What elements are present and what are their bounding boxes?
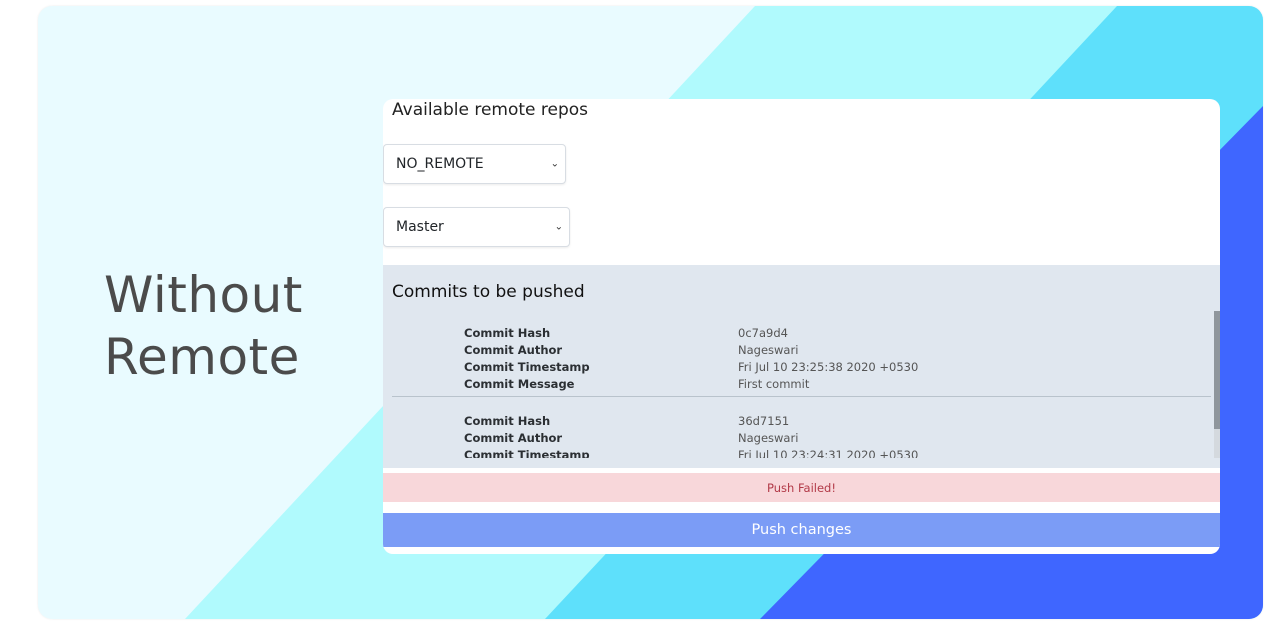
commit-hash-label: Commit Hash [464,414,551,428]
commit-author-label: Commit Author [464,343,563,357]
push-panel: Available remote repos NO_REMOTE ⌄ Maste… [383,99,1220,554]
slide-title-line2: Remote [104,328,300,386]
remote-select[interactable]: NO_REMOTE ⌄ [383,144,566,184]
commit-hash-value: 0c7a9d4 [738,326,788,340]
commit-timestamp-label: Commit Timestamp [464,448,590,458]
commit-timestamp-value: Fri Jul 10 23:25:38 2020 +0530 [738,360,919,374]
commit-message-row: Commit Message First commit [392,376,1211,393]
commit-list-scrollbar[interactable] [1214,311,1220,458]
commit-author-row: Commit Author Nageswari [392,342,1211,359]
commit-author-value: Nageswari [738,431,799,445]
commit-item: Commit Hash 0c7a9d4 Commit Author Nagesw… [392,325,1211,397]
remote-select-value: NO_REMOTE [396,156,484,172]
branch-select-value: Master [396,219,444,235]
commits-section: Commits to be pushed Commit Hash 0c7a9d4… [383,265,1220,468]
chevron-down-icon: ⌄ [550,158,559,170]
commit-author-value: Nageswari [738,343,799,357]
slide-title: Without Remote [104,264,303,388]
commit-message-label: Commit Message [464,377,575,391]
commit-list[interactable]: Commit Hash 0c7a9d4 Commit Author Nagesw… [383,325,1211,458]
commit-hash-value: 36d7151 [738,414,790,428]
commit-timestamp-label: Commit Timestamp [464,360,590,374]
commit-timestamp-value: Fri Jul 10 23:24:31 2020 +0530 [738,448,919,458]
commit-author-label: Commit Author [464,431,563,445]
commit-message-value: First commit [738,377,810,391]
commit-author-row: Commit Author Nageswari [392,430,1211,447]
remote-repos-heading: Available remote repos [392,100,589,120]
commit-item: Commit Hash 36d7151 Commit Author Nagesw… [392,413,1211,458]
slide-title-line1: Without [104,266,303,324]
scrollbar-thumb[interactable] [1214,311,1220,429]
commits-title: Commits to be pushed [392,282,585,302]
commit-hash-row: Commit Hash 0c7a9d4 [392,325,1211,342]
commit-timestamp-row: Commit Timestamp Fri Jul 10 23:24:31 202… [392,447,1211,458]
commit-hash-label: Commit Hash [464,326,551,340]
branch-select[interactable]: Master ⌄ [383,207,570,247]
push-changes-button[interactable]: Push changes [383,513,1220,547]
commit-timestamp-row: Commit Timestamp Fri Jul 10 23:25:38 202… [392,359,1211,376]
commit-hash-row: Commit Hash 36d7151 [392,413,1211,430]
chevron-down-icon: ⌄ [554,221,563,233]
push-failed-alert: Push Failed! [383,473,1220,502]
